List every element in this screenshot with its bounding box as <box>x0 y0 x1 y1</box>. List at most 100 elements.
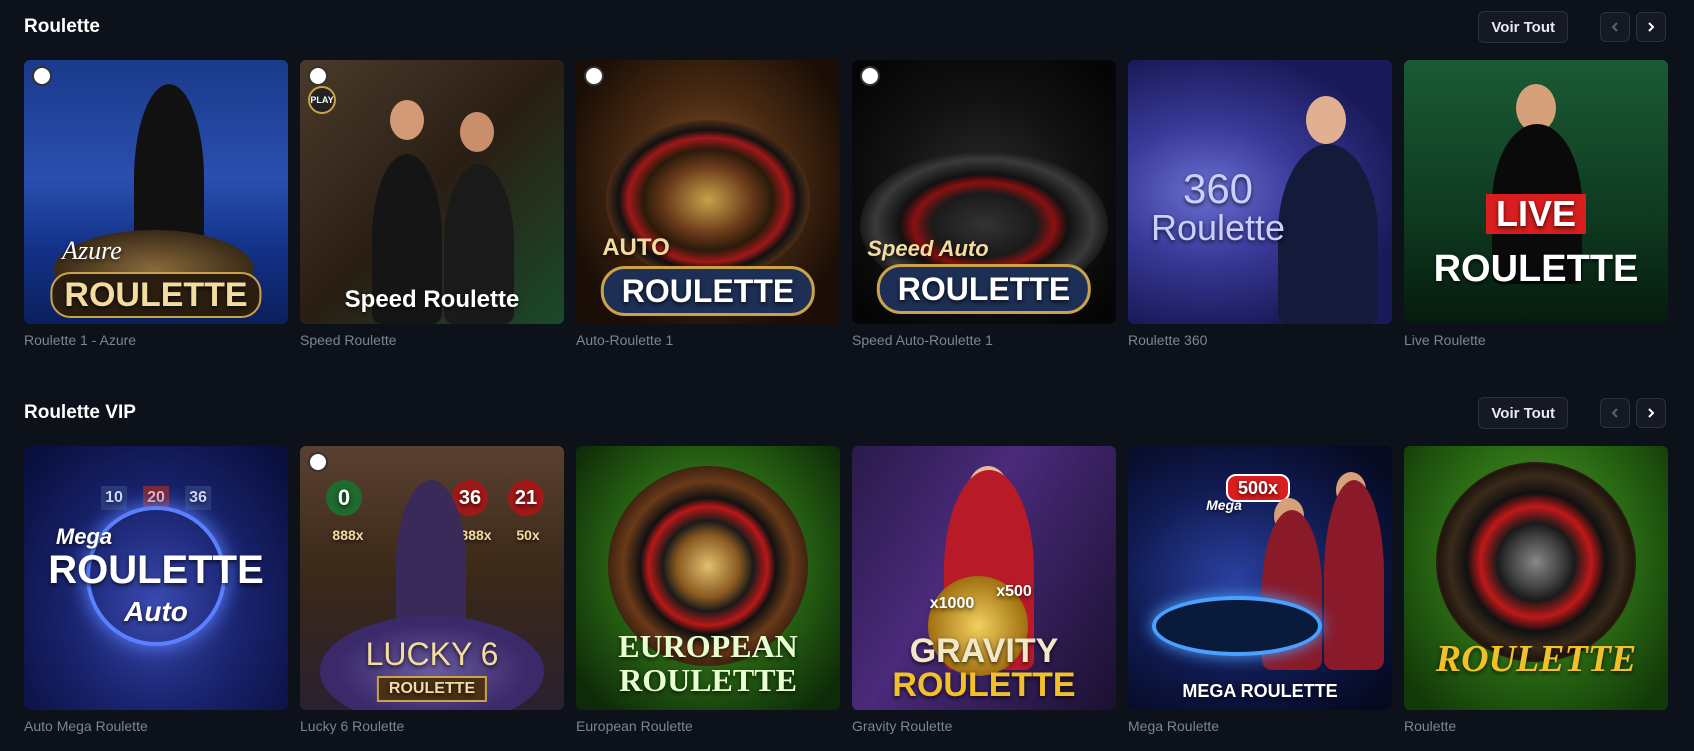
number-ball: 0 <box>326 480 362 516</box>
game-logo: ROULETTE <box>892 666 1076 704</box>
dealer-image <box>460 112 494 152</box>
game-thumbnail[interactable]: Speed Auto ROULETTE <box>852 60 1116 324</box>
section-title: Roulette <box>24 16 100 37</box>
game-logo-top: Mega <box>55 524 113 549</box>
game-thumbnail[interactable]: 500x Mega MEGA ROULETTE <box>1128 446 1392 710</box>
game-name[interactable]: Roulette 360 <box>1128 332 1392 350</box>
next-button[interactable] <box>1636 12 1666 42</box>
game-card[interactable]: x1000 x500 GRAVITY ROULETTE Gravity Roul… <box>852 446 1116 736</box>
game-card[interactable]: Azure ROULETTE Roulette 1 - Azure <box>24 60 288 350</box>
chevron-right-icon <box>1648 22 1655 32</box>
game-logo: ROULETTE <box>600 266 816 316</box>
game-card[interactable]: PLAY Speed Roulette Speed Roulette <box>300 60 564 350</box>
provider-badge-icon <box>308 452 328 472</box>
carousel-controls: Voir Tout <box>1478 397 1666 429</box>
game-name[interactable]: Roulette <box>1404 718 1668 736</box>
game-thumbnail[interactable]: 10 20 36 Mega ROULETTE Auto <box>24 446 288 710</box>
game-logo: ROULETTE <box>50 272 262 318</box>
section-header: Roulette VIP Voir Tout <box>24 397 1666 429</box>
game-thumbnail[interactable]: Azure ROULETTE <box>24 60 288 324</box>
section-header: Roulette Voir Tout <box>24 11 1666 43</box>
dealer-image <box>390 100 424 140</box>
chevron-left-icon <box>1611 408 1618 418</box>
game-card[interactable]: AUTO ROULETTE Auto-Roulette 1 <box>576 60 840 350</box>
game-logo-top: 360 <box>1182 165 1254 212</box>
multiplier: 888x <box>460 527 492 543</box>
game-logo-top: AUTO <box>602 234 670 261</box>
section-title: Roulette VIP <box>24 402 136 423</box>
multiplier: 50x <box>516 527 540 543</box>
game-logo-top: GRAVITY <box>909 632 1059 670</box>
dealer-body <box>1324 480 1384 670</box>
game-logo: Roulette <box>1150 207 1286 248</box>
roulette-wheel-image <box>1436 462 1636 662</box>
game-card[interactable]: 0 36 21 888x 888x 50x LUCKY 6 ROULETTE L… <box>300 446 564 736</box>
game-thumbnail[interactable]: EUROPEAN ROULETTE <box>576 446 840 710</box>
game-logo: ROULETTE <box>619 662 797 698</box>
game-logo-top: LIVE <box>1485 194 1587 234</box>
provider-badge-icon <box>308 66 328 86</box>
game-logo-top: LUCKY 6 <box>365 636 499 672</box>
game-name[interactable]: Mega Roulette <box>1128 718 1392 736</box>
game-name[interactable]: Lucky 6 Roulette <box>300 718 564 736</box>
game-card[interactable]: Speed Auto ROULETTE Speed Auto-Roulette … <box>852 60 1116 350</box>
game-carousel: Azure ROULETTE Roulette 1 - Azure PLAY S… <box>24 60 1668 350</box>
game-card[interactable]: ROULETTE Roulette <box>1404 446 1668 736</box>
game-name[interactable]: Auto-Roulette 1 <box>576 332 840 350</box>
game-card[interactable]: 10 20 36 Mega ROULETTE Auto Auto Mega Ro… <box>24 446 288 736</box>
game-name[interactable]: Roulette 1 - Azure <box>24 332 288 350</box>
game-logo-top: EUROPEAN <box>618 628 798 664</box>
game-logo: ROULETTE <box>876 264 1092 314</box>
game-logo-top: Speed Auto <box>867 236 989 261</box>
multiplier: x500 <box>996 583 1032 600</box>
next-button[interactable] <box>1636 398 1666 428</box>
game-card[interactable]: LIVE ROULETTE Live Roulette <box>1404 60 1668 350</box>
multiplier: x1000 <box>929 595 975 612</box>
game-logo-top: Mega <box>1206 497 1242 513</box>
provider-badge-icon <box>32 66 52 86</box>
play-badge: PLAY <box>308 86 336 114</box>
game-thumbnail[interactable]: AUTO ROULETTE <box>576 60 840 324</box>
game-logo: ROULETTE <box>1433 248 1639 290</box>
roulette-vip-section: Roulette VIP Voir Tout 10 20 36 Mega ROU… <box>24 397 1668 734</box>
game-logo: ROULETTE <box>1435 638 1637 680</box>
game-card[interactable]: 500x Mega MEGA ROULETTE Mega Roulette <box>1128 446 1392 736</box>
dealer-image <box>1306 96 1346 144</box>
dealer-body <box>1278 144 1378 324</box>
game-card[interactable]: EUROPEAN ROULETTE European Roulette <box>576 446 840 736</box>
number-tile: 36 <box>185 486 211 510</box>
game-logo: MEGA ROULETTE <box>1182 681 1338 701</box>
chevron-left-icon <box>1611 22 1618 32</box>
game-logo-top: Azure <box>62 236 122 265</box>
prev-button[interactable] <box>1600 12 1630 42</box>
voir-tout-button[interactable]: Voir Tout <box>1478 397 1568 429</box>
multiplier: 888x <box>332 527 364 543</box>
game-thumbnail[interactable]: 360 Roulette <box>1128 60 1392 324</box>
game-name[interactable]: European Roulette <box>576 718 840 736</box>
number-tile: 10 <box>101 486 127 510</box>
voir-tout-button[interactable]: Voir Tout <box>1478 11 1568 43</box>
roulette-wheel-image <box>1152 596 1322 656</box>
game-thumbnail[interactable]: 0 36 21 888x 888x 50x LUCKY 6 ROULETTE <box>300 446 564 710</box>
provider-badge-icon <box>584 66 604 86</box>
game-name[interactable]: Gravity Roulette <box>852 718 1116 736</box>
game-thumbnail[interactable]: LIVE ROULETTE <box>1404 60 1668 324</box>
carousel-controls: Voir Tout <box>1478 11 1666 43</box>
chevron-right-icon <box>1648 408 1655 418</box>
roulette-section: Roulette Voir Tout Azure ROULETTE Roulet… <box>24 11 1668 348</box>
game-name[interactable]: Speed Auto-Roulette 1 <box>852 332 1116 350</box>
game-logo-bottom: Auto <box>124 596 188 627</box>
game-card[interactable]: 360 Roulette Roulette 360 <box>1128 60 1392 350</box>
prev-button[interactable] <box>1600 398 1630 428</box>
game-thumbnail[interactable]: ROULETTE <box>1404 446 1668 710</box>
game-thumbnail[interactable]: x1000 x500 GRAVITY ROULETTE <box>852 446 1116 710</box>
provider-badge-icon <box>860 66 880 86</box>
game-carousel: 10 20 36 Mega ROULETTE Auto Auto Mega Ro… <box>24 446 1668 736</box>
game-name[interactable]: Live Roulette <box>1404 332 1668 350</box>
game-name[interactable]: Auto Mega Roulette <box>24 718 288 736</box>
game-name[interactable]: Speed Roulette <box>300 332 564 350</box>
game-logo: Speed Roulette <box>344 286 520 313</box>
game-logo: ROULETTE <box>376 676 488 702</box>
game-logo: ROULETTE <box>48 548 264 592</box>
game-thumbnail[interactable]: PLAY Speed Roulette <box>300 60 564 324</box>
